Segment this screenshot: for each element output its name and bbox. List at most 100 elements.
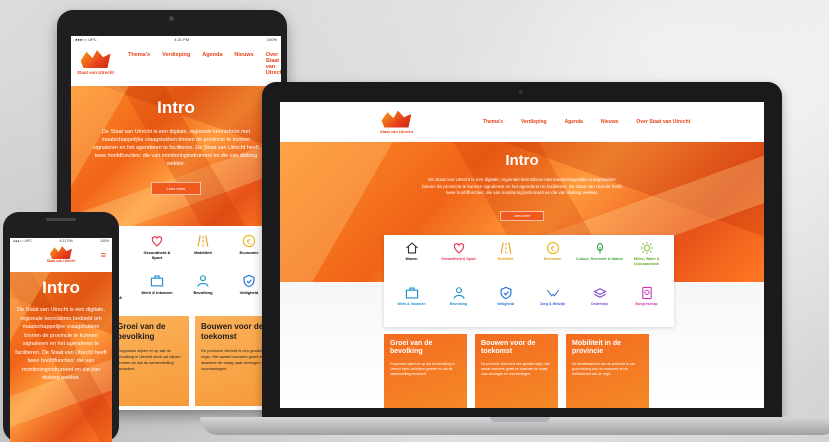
category-label: Bevolking: [449, 302, 468, 307]
category-label: Milieu, Water & Duurzaamheid: [633, 257, 660, 266]
laptop-camera: [519, 90, 523, 94]
shield-icon: [243, 274, 255, 288]
laptop-nav: Thema's Verdieping Agenda Nieuws Over St…: [483, 119, 690, 125]
category-onderwijs[interactable]: Onderwijs: [576, 286, 623, 321]
category-label: Veiligheid: [497, 302, 514, 307]
nav-nieuws[interactable]: Nieuws: [601, 119, 619, 125]
nav-themas[interactable]: Thema's: [483, 119, 503, 125]
logo-mark-icon: [381, 110, 412, 128]
tablet-nav: Thema's Verdieping Agenda Nieuws Over St…: [128, 52, 281, 76]
category-milieu[interactable]: Milieu, Water & Duurzaamheid: [623, 241, 670, 280]
category-label: Werk & Inkomen: [141, 290, 173, 295]
person-icon: [453, 287, 464, 300]
category-label: Onderwijs: [590, 302, 609, 307]
tablet-camera: [169, 16, 174, 21]
euro-icon: €: [546, 241, 559, 255]
status-carrier: ●●●○○ UPC: [13, 239, 32, 243]
status-battery: 100%: [100, 239, 109, 243]
category-bevolking[interactable]: Bevolking: [187, 274, 219, 305]
category-werk[interactable]: Werk & Inkomen: [388, 286, 435, 321]
category-label: Gezondheid & Sport: [441, 257, 476, 261]
hero-title: Intro: [157, 98, 195, 117]
tablet-hero: Intro De Staat van Utrecht is een digita…: [71, 86, 281, 226]
briefcase-icon: [405, 287, 418, 299]
nav-verdieping[interactable]: Verdieping: [521, 119, 547, 125]
card-title: Groei van de bevolking: [117, 322, 166, 341]
category-cultuur[interactable]: Cultuur, Recreatie & Natuur: [576, 241, 623, 280]
nav-verdieping[interactable]: Verdieping: [162, 52, 190, 76]
svg-text:€: €: [550, 245, 554, 253]
status-battery: 100%: [266, 37, 277, 42]
site-logo[interactable]: Staat van Utrecht: [46, 246, 76, 272]
passport-icon: [641, 287, 652, 300]
house-icon: [405, 242, 418, 254]
category-economie[interactable]: € Economie: [529, 241, 576, 280]
status-time: 4:21 PM: [59, 239, 73, 243]
laptop-categories: Wonen Gezondheid & Sport Mobiliteit € Ec…: [384, 235, 674, 327]
category-gezondheid[interactable]: Gezondheid & Sport: [141, 234, 173, 260]
nav-agenda[interactable]: Agenda: [202, 52, 222, 76]
category-gezondheid[interactable]: Gezondheid & Sport: [435, 241, 482, 280]
sun-icon: [640, 241, 653, 255]
nav-themas[interactable]: Thema's: [128, 52, 150, 76]
heart-icon: [453, 243, 464, 254]
category-burgerschap[interactable]: Burgerschap: [623, 286, 670, 321]
briefcase-icon: [150, 275, 164, 287]
laptop-base: [200, 417, 829, 435]
hamburger-menu-icon[interactable]: ≡: [101, 251, 106, 260]
road-icon: [197, 235, 209, 247]
phone-screen: ●●●○○ UPC 4:21 PM 100% Staat van Utrecht…: [10, 238, 112, 442]
card-text: De bereikbaarheid van de provincie is va…: [572, 362, 636, 376]
nav-agenda[interactable]: Agenda: [565, 119, 583, 125]
read-more-button[interactable]: Lees meer: [500, 210, 544, 221]
site-logo[interactable]: Staat van Utrecht: [380, 110, 413, 134]
category-label: Werk & Inkomen: [397, 302, 426, 307]
category-label: Wonen: [405, 257, 418, 261]
card-mobiliteit[interactable]: Mobiliteit in de provincie De bereikbaar…: [566, 334, 649, 408]
phone-hero: Intro De Staat van Utrecht is een digita…: [10, 272, 112, 442]
card-groei[interactable]: Groei van de bevolking Prognoses wijzen …: [111, 316, 189, 406]
category-bevolking[interactable]: Bevolking: [435, 286, 482, 321]
card-text: Prognoses wijzen er op dat de bevolking …: [117, 348, 181, 371]
logo-mark-icon: [80, 50, 111, 68]
category-label: Cultuur, Recreatie & Natuur: [576, 257, 623, 261]
laptop-cards: Groei van de bevolking Prognoses wijzen …: [384, 334, 649, 408]
hero-text: De Staat van Utrecht is een digitale, re…: [93, 129, 259, 167]
card-title: Mobiliteit in de provincie: [572, 340, 621, 355]
category-zorg[interactable]: Zorg & Welzijn: [529, 286, 576, 321]
phone-header: Staat van Utrecht ≡: [10, 244, 112, 272]
nav-nieuws[interactable]: Nieuws: [234, 52, 253, 76]
road-icon: [500, 242, 511, 254]
category-economie[interactable]: € Economie: [233, 234, 265, 260]
nav-over[interactable]: Over Staat van Utrecht: [266, 52, 281, 76]
category-label: Mobiliteit: [194, 250, 212, 255]
category-label: Economie: [543, 257, 562, 261]
category-label: Veiligheid: [239, 290, 259, 295]
category-wonen[interactable]: Wonen: [388, 241, 435, 280]
card-title: Groei van de bevolking: [390, 340, 433, 355]
heart-icon: [151, 236, 163, 247]
category-mobiliteit[interactable]: Mobiliteit: [482, 241, 529, 280]
card-text: De provincie Utrecht is een gewilde regi…: [201, 348, 267, 371]
books-icon: [592, 288, 607, 299]
category-veiligheid[interactable]: Veiligheid: [233, 274, 265, 305]
card-text: De provincie Utrecht is een gewilde regi…: [481, 362, 550, 376]
category-mobiliteit[interactable]: Mobiliteit: [187, 234, 219, 260]
nav-over[interactable]: Over Staat van Utrecht: [636, 119, 690, 125]
phone-device: ●●●○○ UPC 4:21 PM 100% Staat van Utrecht…: [3, 212, 119, 442]
category-veiligheid[interactable]: Veiligheid: [482, 286, 529, 321]
site-logo[interactable]: Staat van Utrecht: [77, 50, 114, 75]
tablet-status-bar: ●●●○○ UPC 4:21 PM 100%: [71, 36, 281, 44]
svg-text:€: €: [247, 238, 251, 246]
logo-text: Staat van Utrecht: [46, 259, 76, 263]
category-label: Economie: [239, 250, 259, 255]
card-title: Bouwen voor de toekomst: [201, 322, 264, 341]
read-more-button[interactable]: Lees meer: [151, 182, 201, 195]
status-time: 4:21 PM: [174, 37, 190, 42]
leaf-icon: [596, 242, 603, 254]
card-groei[interactable]: Groei van de bevolking Prognoses wijzen …: [384, 334, 467, 408]
laptop-screen: Staat van Utrecht Thema's Verdieping Age…: [280, 102, 764, 408]
category-werk[interactable]: Werk & Inkomen: [141, 274, 173, 305]
card-bouwen[interactable]: Bouwen voor de toekomst De provincie Utr…: [475, 334, 558, 408]
hero-text: De Staat van Utrecht is een digitale, re…: [422, 177, 622, 195]
